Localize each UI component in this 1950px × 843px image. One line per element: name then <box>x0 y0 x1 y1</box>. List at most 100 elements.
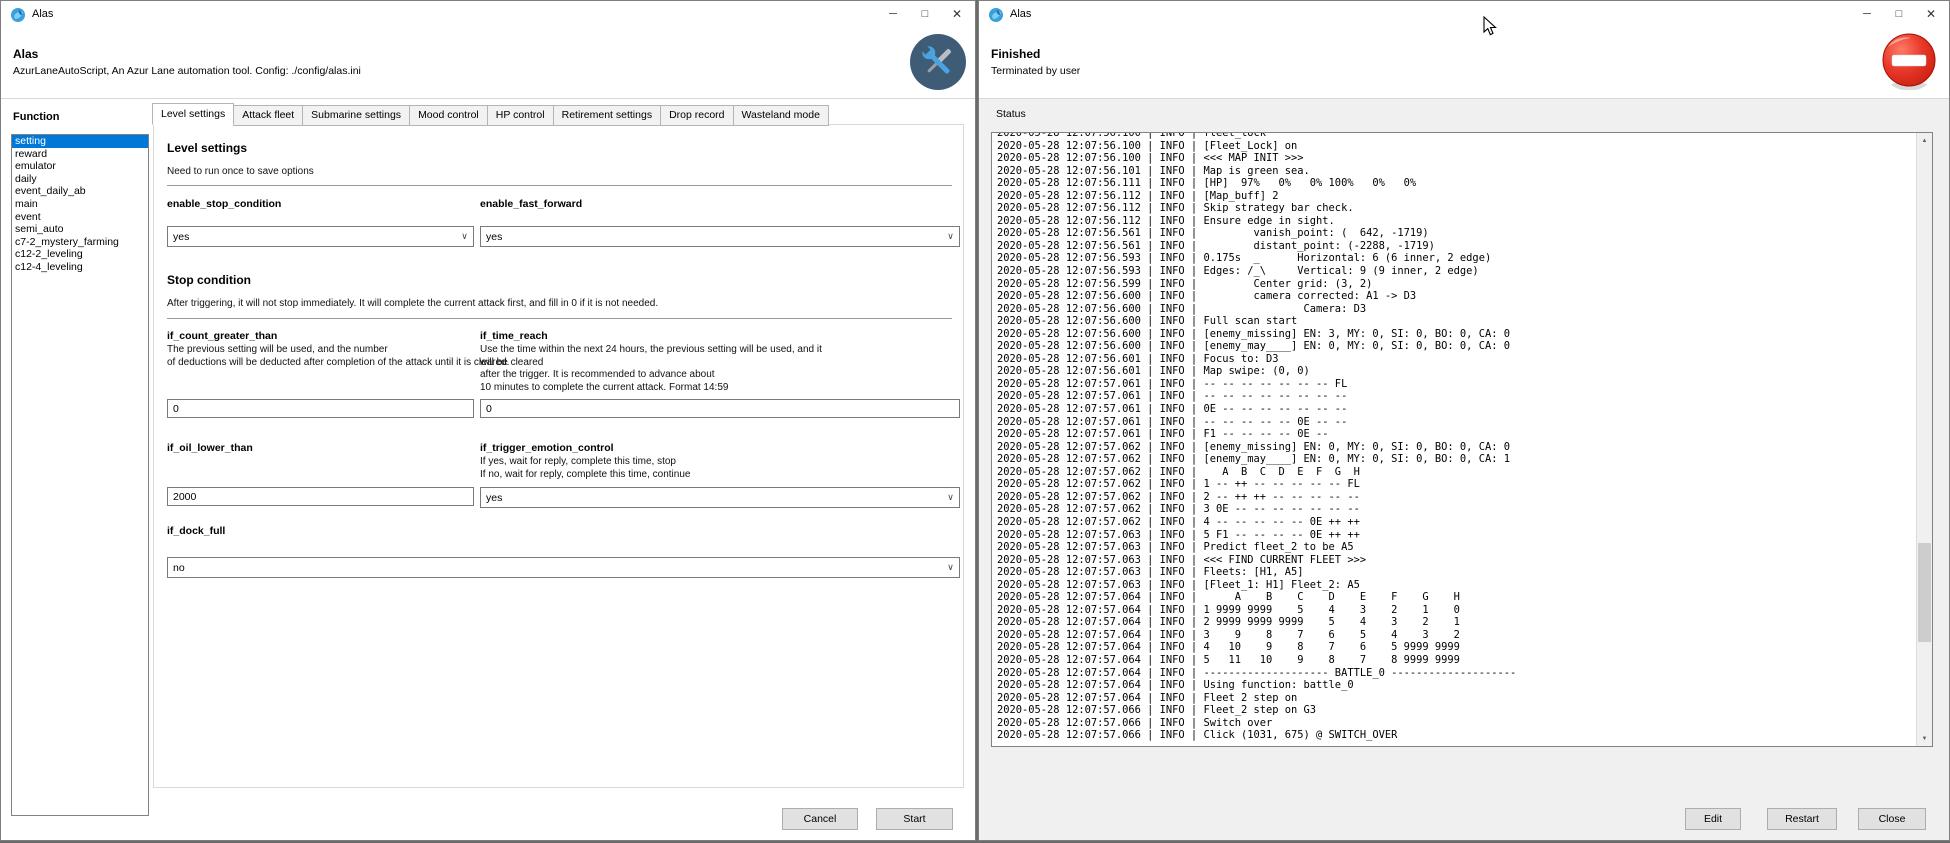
settings-tab[interactable]: Drop record <box>660 105 733 126</box>
log-line: 2020-05-28 12:07:56.600 | INFO | Full sc… <box>997 315 1916 328</box>
run-status-title: Finished <box>991 47 1040 61</box>
settings-tab[interactable]: Mood control <box>409 105 488 126</box>
scroll-up-icon[interactable]: ▲ <box>1917 133 1932 148</box>
log-line: 2020-05-28 12:07:57.066 | INFO | Switch … <box>997 717 1916 730</box>
section-divider <box>167 318 952 319</box>
window-title: Alas <box>32 8 53 20</box>
close-icon[interactable]: ✕ <box>941 2 973 26</box>
select-enable-fast-forward[interactable]: yes ∨ <box>480 226 960 247</box>
log-line: 2020-05-28 12:07:57.066 | INFO | Click (… <box>997 729 1916 742</box>
log-line: 2020-05-28 12:07:57.061 | INFO | F1 -- -… <box>997 428 1916 441</box>
field-desc-if-trigger-emotion-control: If yes, wait for reply, complete this ti… <box>480 456 960 481</box>
settings-tab[interactable]: Level settings <box>152 103 234 125</box>
log-line: 2020-05-28 12:07:57.064 | INFO | 3 9 8 7… <box>997 629 1916 642</box>
select-if-dock-full[interactable]: no ∨ <box>167 557 960 578</box>
log-line: 2020-05-28 12:07:57.062 | INFO | A B C D… <box>997 466 1916 479</box>
log-output: 2020-05-28 12:07:56.100 | INFO | fleet_l… <box>991 132 1933 747</box>
start-button[interactable]: Start <box>876 808 953 830</box>
log-line: 2020-05-28 12:07:56.111 | INFO | [HP] 97… <box>997 177 1916 190</box>
settings-tab[interactable]: Retirement settings <box>553 105 661 126</box>
maximize-icon[interactable]: □ <box>909 2 941 26</box>
log-scrollbar[interactable]: ▲ ▼ <box>1916 133 1932 746</box>
log-line: 2020-05-28 12:07:57.062 | INFO | [enemy_… <box>997 441 1916 454</box>
maximize-icon[interactable]: □ <box>1883 2 1915 26</box>
log-line: 2020-05-28 12:07:57.061 | INFO | -- -- -… <box>997 416 1916 429</box>
section-title-level-settings: Level settings <box>167 141 247 155</box>
input-if-oil-lower-than[interactable] <box>167 487 474 506</box>
log-line: 2020-05-28 12:07:56.100 | INFO | fleet_l… <box>997 132 1916 140</box>
edit-button[interactable]: Edit <box>1685 808 1741 830</box>
input-if-count-greater-than[interactable] <box>167 399 474 418</box>
section-title-stop-condition: Stop condition <box>167 273 251 287</box>
window-title: Alas <box>1010 8 1031 20</box>
function-list-item[interactable]: c12-2_leveling <box>12 248 148 261</box>
function-list-item[interactable]: emulator <box>12 160 148 173</box>
section-desc-level-settings: Need to run once to save options <box>167 166 314 179</box>
stop-sign-icon <box>1880 33 1938 91</box>
log-line: 2020-05-28 12:07:56.101 | INFO | Map is … <box>997 165 1916 178</box>
header-divider <box>1 98 975 99</box>
field-label-if-trigger-emotion-control: if_trigger_emotion_control <box>480 442 614 454</box>
restart-button[interactable]: Restart <box>1767 808 1837 830</box>
function-list-item[interactable]: semi_auto <box>12 223 148 236</box>
log-line: 2020-05-28 12:07:56.600 | INFO | camera … <box>997 290 1916 303</box>
minimize-icon[interactable]: ─ <box>877 2 909 26</box>
function-list-label: Function <box>13 111 59 123</box>
log-line: 2020-05-28 12:07:57.062 | INFO | 2 -- ++… <box>997 491 1916 504</box>
tools-icon <box>909 33 967 91</box>
log-line: 2020-05-28 12:07:57.063 | INFO | Predict… <box>997 541 1916 554</box>
log-line: 2020-05-28 12:07:57.063 | INFO | [Fleet_… <box>997 579 1916 592</box>
function-list-item[interactable]: reward <box>12 148 148 161</box>
settings-tab[interactable]: Wasteland mode <box>733 105 829 126</box>
select-if-trigger-emotion-control[interactable]: yes ∨ <box>480 487 960 508</box>
function-list-item[interactable]: event_daily_ab <box>12 185 148 198</box>
input-if-time-reach[interactable] <box>480 399 960 418</box>
scrollbar-thumb[interactable] <box>1918 543 1931 642</box>
log-line: 2020-05-28 12:07:56.561 | INFO | vanish_… <box>997 227 1916 240</box>
log-line: 2020-05-28 12:07:56.100 | INFO | <<< MAP… <box>997 152 1916 165</box>
function-list-item[interactable]: setting <box>12 135 148 148</box>
log-line: 2020-05-28 12:07:57.064 | INFO | 1 9999 … <box>997 604 1916 617</box>
field-label-if-dock-full: if_dock_full <box>167 525 225 537</box>
minimize-icon[interactable]: ─ <box>1851 2 1883 26</box>
log-line: 2020-05-28 12:07:56.100 | INFO | [Fleet_… <box>997 140 1916 153</box>
log-line: 2020-05-28 12:07:57.064 | INFO | 2 9999 … <box>997 616 1916 629</box>
log-line: 2020-05-28 12:07:57.062 | INFO | 4 -- --… <box>997 516 1916 529</box>
status-label: Status <box>996 108 1026 120</box>
settings-tab[interactable]: Attack fleet <box>233 105 303 126</box>
page-title: Alas <box>13 47 38 61</box>
log-line: 2020-05-28 12:07:57.062 | INFO | 3 0E --… <box>997 503 1916 516</box>
settings-tab[interactable]: Submarine settings <box>302 105 410 126</box>
chevron-down-icon: ∨ <box>942 492 959 503</box>
log-line: 2020-05-28 12:07:57.064 | INFO | Fleet 2… <box>997 692 1916 705</box>
function-list-item[interactable]: c7-2_mystery_farming <box>12 236 148 249</box>
log-line: 2020-05-28 12:07:56.112 | INFO | [Map_bu… <box>997 190 1916 203</box>
function-list-item[interactable]: main <box>12 198 148 211</box>
close-button[interactable]: Close <box>1858 808 1926 830</box>
log-line: 2020-05-28 12:07:56.601 | INFO | Focus t… <box>997 353 1916 366</box>
function-list-item[interactable]: c12-4_leveling <box>12 261 148 274</box>
scroll-down-icon[interactable]: ▼ <box>1917 731 1932 746</box>
field-label-enable-stop-condition: enable_stop_condition <box>167 198 281 210</box>
settings-tabbar: Level settingsAttack fleetSubmarine sett… <box>153 105 829 126</box>
left-titlebar: Alas ─ □ ✕ <box>1 1 975 29</box>
log-line: 2020-05-28 12:07:57.062 | INFO | 1 -- ++… <box>997 478 1916 491</box>
log-line: 2020-05-28 12:07:57.064 | INFO | A B C D… <box>997 591 1916 604</box>
settings-tab[interactable]: HP control <box>487 105 554 126</box>
chevron-down-icon: ∨ <box>456 231 473 242</box>
log-line: 2020-05-28 12:07:56.599 | INFO | Center … <box>997 278 1916 291</box>
function-list-item[interactable]: daily <box>12 173 148 186</box>
log-line: 2020-05-28 12:07:56.561 | INFO | distant… <box>997 240 1916 253</box>
log-line: 2020-05-28 12:07:57.062 | INFO | [enemy_… <box>997 453 1916 466</box>
select-enable-stop-condition[interactable]: yes ∨ <box>167 226 474 247</box>
field-desc-if-time-reach: Use the time within the next 24 hours, t… <box>480 344 960 394</box>
alas-app-icon <box>988 7 1004 23</box>
cancel-button[interactable]: Cancel <box>782 808 858 830</box>
function-list: settingrewardemulatordailyevent_daily_ab… <box>11 134 149 816</box>
chevron-down-icon: ∨ <box>942 562 959 573</box>
log-line: 2020-05-28 12:07:57.063 | INFO | 5 F1 --… <box>997 529 1916 542</box>
close-icon[interactable]: ✕ <box>1915 2 1947 26</box>
right-titlebar: Alas ─ □ ✕ <box>979 1 1949 29</box>
function-list-item[interactable]: event <box>12 211 148 224</box>
field-label-if-oil-lower-than: if_oil_lower_than <box>167 442 253 454</box>
